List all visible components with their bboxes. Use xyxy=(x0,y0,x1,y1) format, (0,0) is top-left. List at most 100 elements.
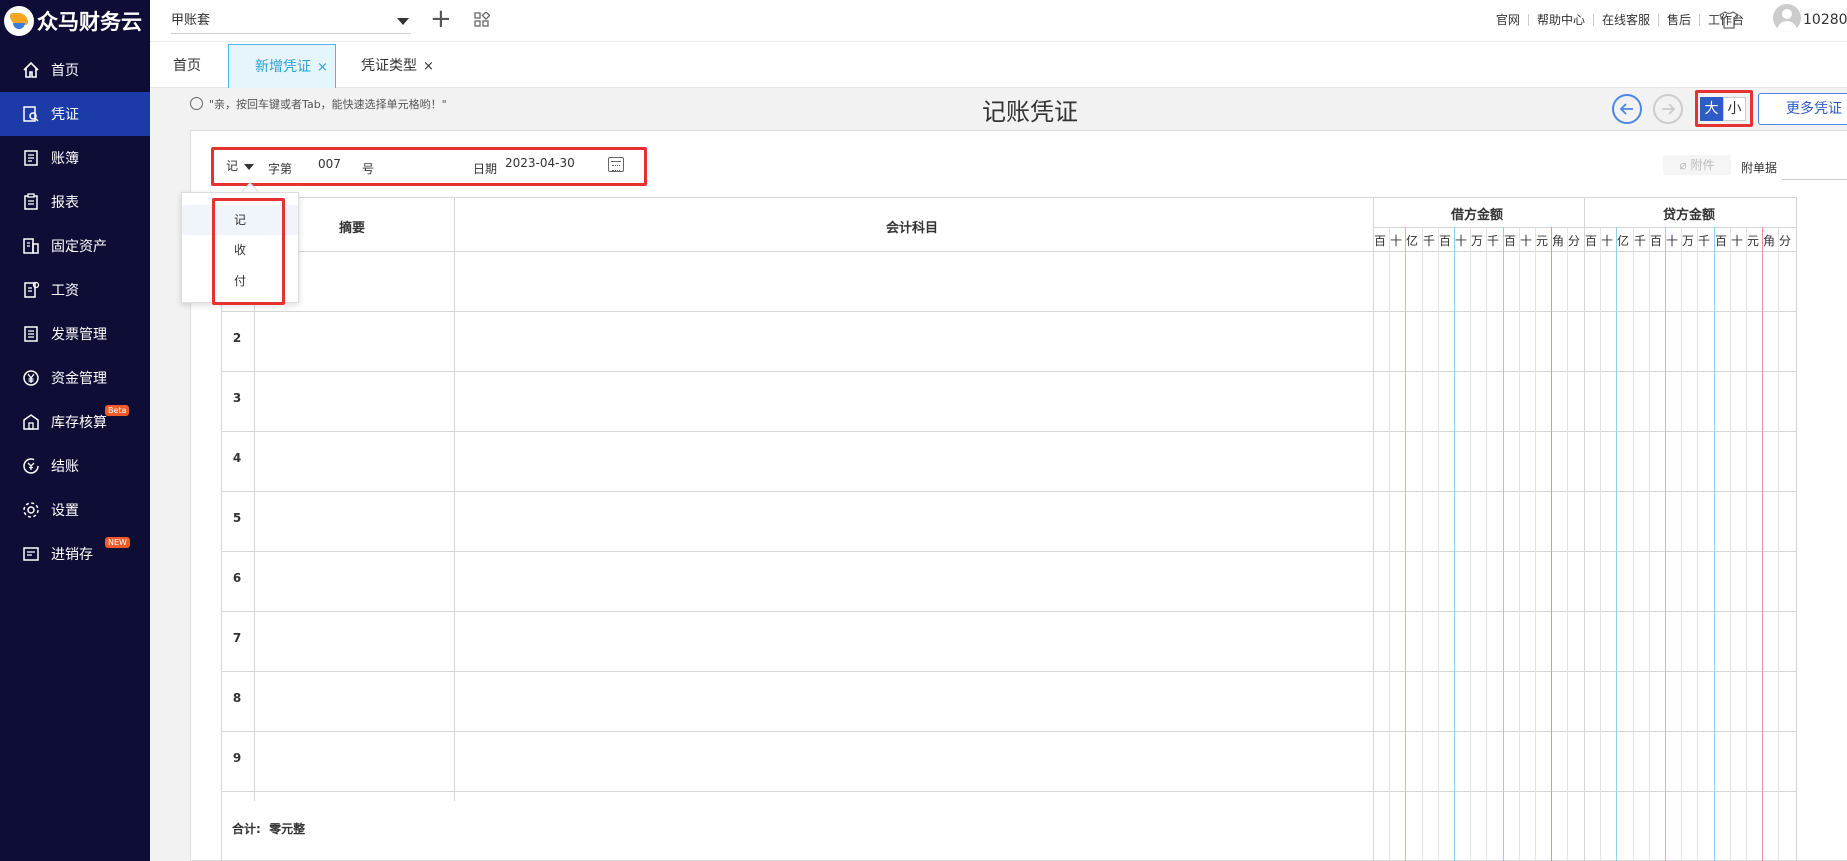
next-voucher-button[interactable] xyxy=(1653,94,1683,124)
sidebar-item-4[interactable]: 报表 xyxy=(0,180,150,224)
yen-icon xyxy=(21,368,41,388)
sidebar-item-8[interactable]: 资金管理 xyxy=(0,356,150,400)
sidebar-item-5[interactable]: 固定资产 xyxy=(0,224,150,268)
digit-column-line xyxy=(1600,227,1601,861)
app-name: 众马财务云 xyxy=(37,10,142,34)
attached-docs-input[interactable] xyxy=(1782,179,1847,180)
row-number: 4 xyxy=(232,451,242,465)
sidebar-item-label: 设置 xyxy=(51,503,79,519)
digit-column-line xyxy=(1486,227,1487,861)
close-icon[interactable]: × xyxy=(317,60,328,75)
row-number: 8 xyxy=(232,691,242,705)
sidebar-item-label: 账簿 xyxy=(51,151,79,167)
size-large-button[interactable]: 大 xyxy=(1700,97,1723,121)
prev-voucher-button[interactable] xyxy=(1612,94,1642,124)
debit-digit-label: 十 xyxy=(1389,234,1402,248)
sidebar-item-7[interactable]: 发票管理 xyxy=(0,312,150,356)
zi-label: 字第 xyxy=(268,162,293,176)
sidebar-item-label: 凭证 xyxy=(51,107,79,123)
sidebar-item-3[interactable]: 账簿 xyxy=(0,136,150,180)
report-icon xyxy=(21,192,41,212)
table-row-divider xyxy=(222,611,1796,612)
tab-voucher-type[interactable]: 凭证类型 × xyxy=(361,44,434,88)
shirt-icon[interactable] xyxy=(1718,10,1740,30)
sidebar-item-label: 固定资产 xyxy=(51,239,107,255)
size-small-button[interactable]: 小 xyxy=(1723,97,1746,121)
sidebar-item-label: 资金管理 xyxy=(51,371,107,387)
digit-column-line xyxy=(1778,227,1779,861)
tab-home[interactable]: 首页 xyxy=(173,44,201,88)
user-id[interactable]: 102803 xyxy=(1803,12,1847,28)
account-select-value: 甲账套 xyxy=(171,13,211,28)
table-row-divider xyxy=(222,731,1796,732)
attached-docs-label: 附单据 xyxy=(1741,161,1778,175)
avatar[interactable] xyxy=(1773,4,1801,32)
digit-column-line xyxy=(1730,227,1731,861)
chevron-down-icon xyxy=(397,18,409,25)
digit-column-line xyxy=(1697,227,1698,861)
date-label: 日期 xyxy=(473,162,498,176)
account-select[interactable]: 甲账套 xyxy=(171,10,411,34)
digit-column-line xyxy=(1762,227,1763,861)
debit-digit-label: 分 xyxy=(1567,234,1580,248)
digit-column-line xyxy=(1649,227,1650,861)
status-badge: Beta xyxy=(105,405,130,416)
debit-digit-label: 千 xyxy=(1422,234,1435,248)
debit-digit-label: 元 xyxy=(1535,234,1548,248)
smile-icon xyxy=(190,97,203,110)
add-icon[interactable]: + xyxy=(430,6,452,32)
assets-icon xyxy=(21,236,41,256)
warehouse-icon xyxy=(21,412,41,432)
sidebar-item-label: 工资 xyxy=(51,283,79,299)
sidebar-item-11[interactable]: 设置 xyxy=(0,488,150,532)
sidebar-item-label: 结账 xyxy=(51,459,79,475)
chevron-down-icon[interactable] xyxy=(244,164,254,170)
table-row-divider xyxy=(222,791,1796,792)
top-link[interactable]: 官网 xyxy=(1488,14,1529,26)
tab-new-voucher[interactable]: 新增凭证 × xyxy=(228,44,336,88)
invoice-icon xyxy=(21,324,41,344)
sidebar-item-12[interactable]: 进销存 NEW xyxy=(0,532,150,576)
credit-digit-label: 千 xyxy=(1697,234,1710,248)
digit-column-line xyxy=(1665,227,1666,861)
top-link[interactable]: 帮助中心 xyxy=(1529,14,1594,26)
debit-digit-label: 十 xyxy=(1454,234,1467,248)
sidebar-item-1[interactable]: 首页 xyxy=(0,48,150,92)
grid-line xyxy=(1373,197,1374,861)
date-input[interactable]: 2023-04-30 xyxy=(505,156,575,170)
page-title: 记账凭证 xyxy=(982,98,1078,126)
credit-digit-label: 十 xyxy=(1665,234,1678,248)
attachment-button[interactable]: ⌀ 附件 xyxy=(1663,155,1731,175)
credit-header: 贷方金额 xyxy=(1662,208,1715,223)
voucher-number-input[interactable]: 007 xyxy=(318,157,341,171)
app-logo[interactable]: 众马财务云 xyxy=(0,0,150,42)
digit-column-line xyxy=(1616,227,1617,861)
top-link[interactable]: 在线客服 xyxy=(1594,14,1659,26)
credit-digit-label: 分 xyxy=(1778,234,1791,248)
hint-label: "亲，按回车键或者Tab，能快速选择单元格哟！" xyxy=(209,98,447,111)
voucher-type-select[interactable]: 记 xyxy=(226,157,238,174)
gear-icon xyxy=(21,500,41,520)
sidebar-item-10[interactable]: 结账 xyxy=(0,444,150,488)
apps-grid-icon[interactable] xyxy=(474,12,490,28)
top-link[interactable]: 售后 xyxy=(1659,14,1700,26)
digit-column-line xyxy=(1389,227,1390,861)
sidebar-item-label: 报表 xyxy=(51,195,79,211)
sidebar-item-6[interactable]: 工资 xyxy=(0,268,150,312)
table-row-divider xyxy=(222,251,1796,252)
more-vouchers-button[interactable]: 更多凭证 xyxy=(1758,93,1847,125)
debit-digit-label: 亿 xyxy=(1405,234,1418,248)
arrow-left-icon xyxy=(1619,103,1633,115)
hint-text: "亲，按回车键或者Tab，能快速选择单元格哟！" xyxy=(190,96,447,112)
calendar-icon[interactable] xyxy=(608,157,624,172)
closing-icon xyxy=(21,456,41,476)
sidebar-item-9[interactable]: 库存核算 Beta xyxy=(0,400,150,444)
home-icon xyxy=(21,60,41,80)
table-row-divider xyxy=(222,491,1796,492)
sidebar-item-2[interactable]: 凭证 xyxy=(0,92,150,136)
digit-column-line xyxy=(1422,227,1423,861)
debit-digit-label: 百 xyxy=(1373,234,1386,248)
table-row-divider xyxy=(222,431,1796,432)
close-icon[interactable]: × xyxy=(423,59,434,74)
digit-column-line xyxy=(1681,227,1682,861)
